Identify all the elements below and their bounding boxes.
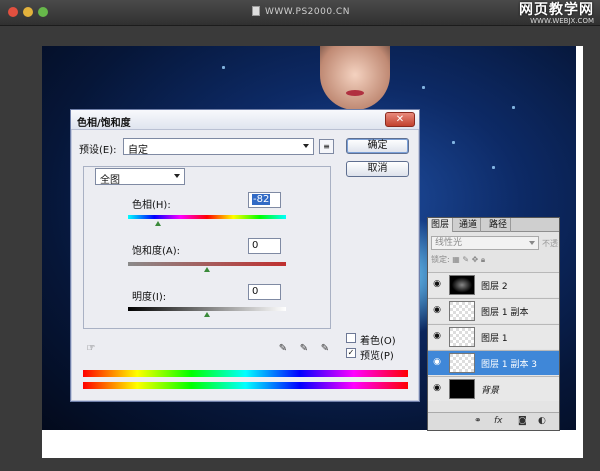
- zoom-window-icon[interactable]: [38, 7, 48, 17]
- chevron-down-icon: [174, 174, 180, 178]
- close-window-icon[interactable]: [8, 7, 18, 17]
- preview-label: 预览(P): [360, 351, 394, 362]
- hand-adjust-icon[interactable]: ☞: [85, 343, 97, 355]
- lightness-value: 0: [252, 286, 259, 297]
- layer-row[interactable]: ◉ 图层 1 副本: [428, 298, 559, 323]
- layer-thumbnail: [449, 301, 475, 321]
- layer-name: 背景: [481, 386, 500, 396]
- layer-row[interactable]: ◉ 背景: [428, 376, 559, 401]
- preset-value: 自定: [128, 145, 148, 156]
- document-icon: [252, 6, 260, 16]
- blend-mode-select[interactable]: 线性光: [431, 236, 539, 250]
- minimize-window-icon[interactable]: [23, 7, 33, 17]
- chevron-down-icon: [529, 241, 535, 245]
- chevron-down-icon: [303, 144, 309, 148]
- tab-layers[interactable]: 图层: [428, 218, 454, 232]
- saturation-value: 0: [252, 240, 259, 251]
- preset-label: 预设(E):: [79, 145, 117, 156]
- eye-icon[interactable]: ◉: [431, 305, 443, 315]
- saturation-track[interactable]: [128, 262, 286, 266]
- layer-thumbnail: [449, 353, 475, 373]
- hue-saturation-dialog: 色相/饱和度 ✕ 预设(E): 自定 ≡ 确定 取消 全图 色相(H): -82…: [70, 109, 420, 402]
- eye-icon[interactable]: ◉: [431, 331, 443, 341]
- layer-name: 图层 2: [481, 282, 508, 292]
- dialog-title: 色相/饱和度: [77, 118, 131, 129]
- layer-name: 图层 1: [481, 334, 508, 344]
- lock-all-icon[interactable]: 🔒︎: [481, 255, 485, 264]
- portrait-lips: [346, 90, 364, 96]
- layer-name: 图层 1 副本 3: [481, 360, 538, 370]
- light-dot: [422, 86, 425, 89]
- light-dot: [512, 106, 515, 109]
- eyedropper-minus-icon[interactable]: ✎: [319, 343, 331, 355]
- cancel-button[interactable]: 取消: [346, 161, 409, 177]
- hue-label: 色相(H):: [132, 200, 171, 211]
- channel-select[interactable]: 全图: [95, 168, 185, 186]
- layers-tabs: 图层 通道 路径: [428, 218, 559, 232]
- preview-checkbox[interactable]: ✓: [346, 348, 356, 358]
- preset-options-icon[interactable]: ≡: [319, 139, 334, 154]
- layer-name: 图层 1 副本: [481, 308, 529, 318]
- lightness-slider-thumb[interactable]: [204, 312, 210, 317]
- saturation-input[interactable]: 0: [248, 238, 281, 254]
- lightness-input[interactable]: 0: [248, 284, 281, 300]
- lock-position-icon[interactable]: ✥: [472, 255, 479, 264]
- eye-icon[interactable]: ◉: [431, 383, 443, 393]
- light-dot: [222, 66, 225, 69]
- watermark-url: WWW.WEBJX.COM: [530, 17, 594, 25]
- mask-icon[interactable]: ◙: [518, 416, 527, 426]
- layer-row[interactable]: ◉ 图层 1 副本 3: [428, 350, 559, 375]
- colorize-checkbox[interactable]: [346, 333, 356, 343]
- preset-select[interactable]: 自定: [123, 138, 314, 156]
- layer-row[interactable]: ◉ 图层 1: [428, 324, 559, 349]
- watermark: 网页教学网 WWW.WEBJX.COM: [519, 3, 594, 25]
- lock-label: 锁定:: [431, 255, 450, 264]
- layers-panel: 图层 通道 路径 线性光 不透 锁定: ▦ ✎ ✥ 🔒︎ ◉ 图层 2 ◉ 图层…: [427, 217, 560, 431]
- eyedropper-icon[interactable]: ✎: [277, 343, 289, 355]
- light-dot: [492, 166, 495, 169]
- hue-value: -82: [252, 194, 271, 205]
- hue-slider-thumb[interactable]: [155, 221, 161, 226]
- layer-thumbnail: [449, 379, 475, 399]
- layer-row[interactable]: ◉ 图层 2: [428, 272, 559, 297]
- document-title: WWW.PS2000.CN: [265, 7, 350, 17]
- eyedropper-plus-icon[interactable]: ✎: [298, 343, 310, 355]
- dialog-titlebar[interactable]: 色相/饱和度 ✕: [71, 110, 419, 130]
- dialog-close-button[interactable]: ✕: [385, 112, 415, 127]
- fx-icon[interactable]: fx: [494, 416, 503, 426]
- spectrum-bar-top: [83, 370, 408, 377]
- lightness-label: 明度(I):: [132, 292, 167, 303]
- lock-transparent-icon[interactable]: ▦: [452, 255, 460, 264]
- layer-thumbnail: [449, 275, 475, 295]
- tab-paths[interactable]: 路径: [486, 218, 512, 232]
- eye-icon[interactable]: ◉: [431, 279, 443, 289]
- ok-button[interactable]: 确定: [346, 138, 409, 154]
- channel-value: 全图: [100, 175, 120, 186]
- tab-channels[interactable]: 通道: [456, 218, 482, 232]
- portrait-face: [320, 46, 390, 110]
- lock-paint-icon[interactable]: ✎: [462, 255, 469, 264]
- eye-icon[interactable]: ◉: [431, 357, 443, 367]
- link-icon[interactable]: ⚭: [474, 416, 482, 426]
- adjustment-group: [83, 166, 331, 329]
- lightness-track[interactable]: [128, 307, 286, 311]
- hue-track[interactable]: [128, 215, 286, 219]
- saturation-label: 饱和度(A):: [132, 246, 181, 257]
- spectrum-bar-bottom: [83, 382, 408, 389]
- layer-thumbnail: [449, 327, 475, 347]
- saturation-slider-thumb[interactable]: [204, 267, 210, 272]
- hue-input[interactable]: -82: [248, 192, 281, 208]
- window-titlebar: WWW.PS2000.CN 网页教学网 WWW.WEBJX.COM: [0, 0, 600, 26]
- light-dot: [452, 141, 455, 144]
- colorize-label: 着色(O): [360, 336, 396, 347]
- blend-mode-value: 线性光: [435, 238, 463, 248]
- layers-footer: ⚭ fx ◙ ◐: [428, 412, 559, 430]
- opacity-label: 不透: [542, 239, 558, 248]
- adjustment-icon[interactable]: ◐: [538, 416, 546, 426]
- lock-row: 锁定: ▦ ✎ ✥ 🔒︎: [431, 254, 485, 268]
- watermark-title: 网页教学网: [519, 2, 594, 18]
